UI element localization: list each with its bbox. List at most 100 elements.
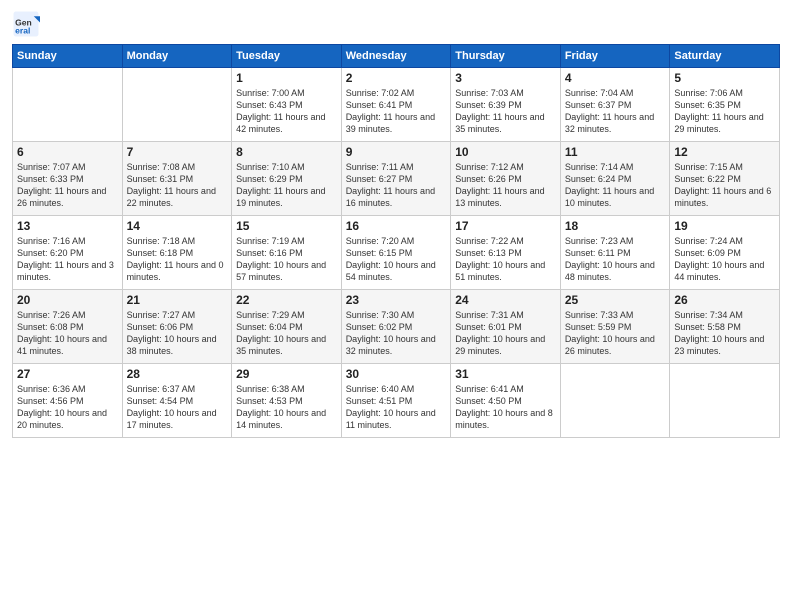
sunset-text: Sunset: 6:43 PM <box>236 99 337 111</box>
sunset-text: Sunset: 6:08 PM <box>17 321 118 333</box>
daylight-text: Daylight: 10 hours and 23 minutes. <box>674 333 775 357</box>
daylight-text: Daylight: 10 hours and 20 minutes. <box>17 407 118 431</box>
daylight-text: Daylight: 11 hours and 29 minutes. <box>674 111 775 135</box>
calendar-cell: 30Sunrise: 6:40 AMSunset: 4:51 PMDayligh… <box>341 364 451 438</box>
daylight-text: Daylight: 10 hours and 35 minutes. <box>236 333 337 357</box>
cell-detail: Sunrise: 6:41 AMSunset: 4:50 PMDaylight:… <box>455 383 556 432</box>
sunrise-text: Sunrise: 7:12 AM <box>455 161 556 173</box>
day-number: 26 <box>674 293 775 307</box>
calendar-cell: 22Sunrise: 7:29 AMSunset: 6:04 PMDayligh… <box>232 290 342 364</box>
cell-detail: Sunrise: 7:23 AMSunset: 6:11 PMDaylight:… <box>565 235 666 284</box>
cell-detail: Sunrise: 7:11 AMSunset: 6:27 PMDaylight:… <box>346 161 447 210</box>
sunrise-text: Sunrise: 7:07 AM <box>17 161 118 173</box>
sunrise-text: Sunrise: 7:34 AM <box>674 309 775 321</box>
sunset-text: Sunset: 6:24 PM <box>565 173 666 185</box>
sunset-text: Sunset: 6:15 PM <box>346 247 447 259</box>
calendar-cell: 16Sunrise: 7:20 AMSunset: 6:15 PMDayligh… <box>341 216 451 290</box>
sunset-text: Sunset: 6:06 PM <box>127 321 228 333</box>
sunset-text: Sunset: 6:35 PM <box>674 99 775 111</box>
daylight-text: Daylight: 11 hours and 22 minutes. <box>127 185 228 209</box>
cell-detail: Sunrise: 7:15 AMSunset: 6:22 PMDaylight:… <box>674 161 775 210</box>
sunset-text: Sunset: 6:37 PM <box>565 99 666 111</box>
calendar-container: Gen eral SundayMondayTuesdayWednesdayThu… <box>0 0 792 446</box>
sunrise-text: Sunrise: 7:26 AM <box>17 309 118 321</box>
day-number: 4 <box>565 71 666 85</box>
calendar-cell: 18Sunrise: 7:23 AMSunset: 6:11 PMDayligh… <box>560 216 670 290</box>
daylight-text: Daylight: 10 hours and 26 minutes. <box>565 333 666 357</box>
day-number: 1 <box>236 71 337 85</box>
daylight-text: Daylight: 10 hours and 17 minutes. <box>127 407 228 431</box>
cell-detail: Sunrise: 6:38 AMSunset: 4:53 PMDaylight:… <box>236 383 337 432</box>
logo-icon: Gen eral <box>12 10 40 38</box>
sunrise-text: Sunrise: 7:14 AM <box>565 161 666 173</box>
daylight-text: Daylight: 11 hours and 32 minutes. <box>565 111 666 135</box>
day-number: 12 <box>674 145 775 159</box>
daylight-text: Daylight: 10 hours and 8 minutes. <box>455 407 556 431</box>
sunrise-text: Sunrise: 7:31 AM <box>455 309 556 321</box>
cell-detail: Sunrise: 7:12 AMSunset: 6:26 PMDaylight:… <box>455 161 556 210</box>
sunset-text: Sunset: 6:16 PM <box>236 247 337 259</box>
day-number: 28 <box>127 367 228 381</box>
cell-detail: Sunrise: 7:24 AMSunset: 6:09 PMDaylight:… <box>674 235 775 284</box>
day-number: 11 <box>565 145 666 159</box>
sunrise-text: Sunrise: 7:22 AM <box>455 235 556 247</box>
calendar-week-4: 20Sunrise: 7:26 AMSunset: 6:08 PMDayligh… <box>13 290 780 364</box>
calendar-cell <box>13 68 123 142</box>
daylight-text: Daylight: 11 hours and 6 minutes. <box>674 185 775 209</box>
cell-detail: Sunrise: 7:02 AMSunset: 6:41 PMDaylight:… <box>346 87 447 136</box>
cell-detail: Sunrise: 7:34 AMSunset: 5:58 PMDaylight:… <box>674 309 775 358</box>
header: Gen eral <box>12 10 780 38</box>
day-number: 21 <box>127 293 228 307</box>
sunset-text: Sunset: 6:39 PM <box>455 99 556 111</box>
sunrise-text: Sunrise: 7:11 AM <box>346 161 447 173</box>
daylight-text: Daylight: 11 hours and 13 minutes. <box>455 185 556 209</box>
day-number: 2 <box>346 71 447 85</box>
sunset-text: Sunset: 6:02 PM <box>346 321 447 333</box>
column-header-tuesday: Tuesday <box>232 45 342 68</box>
sunset-text: Sunset: 6:13 PM <box>455 247 556 259</box>
cell-detail: Sunrise: 7:30 AMSunset: 6:02 PMDaylight:… <box>346 309 447 358</box>
cell-detail: Sunrise: 7:16 AMSunset: 6:20 PMDaylight:… <box>17 235 118 284</box>
sunset-text: Sunset: 4:50 PM <box>455 395 556 407</box>
cell-detail: Sunrise: 7:04 AMSunset: 6:37 PMDaylight:… <box>565 87 666 136</box>
calendar-cell: 25Sunrise: 7:33 AMSunset: 5:59 PMDayligh… <box>560 290 670 364</box>
cell-detail: Sunrise: 7:31 AMSunset: 6:01 PMDaylight:… <box>455 309 556 358</box>
sunset-text: Sunset: 6:09 PM <box>674 247 775 259</box>
sunset-text: Sunset: 4:51 PM <box>346 395 447 407</box>
calendar-cell: 31Sunrise: 6:41 AMSunset: 4:50 PMDayligh… <box>451 364 561 438</box>
day-number: 7 <box>127 145 228 159</box>
logo: Gen eral <box>12 10 42 38</box>
svg-text:eral: eral <box>15 25 30 35</box>
day-number: 3 <box>455 71 556 85</box>
day-number: 27 <box>17 367 118 381</box>
sunrise-text: Sunrise: 7:15 AM <box>674 161 775 173</box>
daylight-text: Daylight: 10 hours and 54 minutes. <box>346 259 447 283</box>
sunrise-text: Sunrise: 6:40 AM <box>346 383 447 395</box>
daylight-text: Daylight: 10 hours and 41 minutes. <box>17 333 118 357</box>
daylight-text: Daylight: 10 hours and 44 minutes. <box>674 259 775 283</box>
calendar-header-row: SundayMondayTuesdayWednesdayThursdayFrid… <box>13 45 780 68</box>
calendar-cell: 2 Sunrise: 7:02 AMSunset: 6:41 PMDaylight… <box>341 68 451 142</box>
sunset-text: Sunset: 6:29 PM <box>236 173 337 185</box>
day-number: 30 <box>346 367 447 381</box>
day-number: 8 <box>236 145 337 159</box>
cell-detail: Sunrise: 7:27 AMSunset: 6:06 PMDaylight:… <box>127 309 228 358</box>
calendar-cell: 3Sunrise: 7:03 AMSunset: 6:39 PMDaylight… <box>451 68 561 142</box>
sunrise-text: Sunrise: 7:08 AM <box>127 161 228 173</box>
sunrise-text: Sunrise: 7:29 AM <box>236 309 337 321</box>
daylight-text: Daylight: 10 hours and 32 minutes. <box>346 333 447 357</box>
column-header-friday: Friday <box>560 45 670 68</box>
calendar-cell: 29 Sunrise: 6:38 AMSunset: 4:53 PMDayligh… <box>232 364 342 438</box>
sunset-text: Sunset: 6:26 PM <box>455 173 556 185</box>
cell-detail: Sunrise: 7:10 AMSunset: 6:29 PMDaylight:… <box>236 161 337 210</box>
sunrise-text: Sunrise: 6:36 AM <box>17 383 118 395</box>
sunrise-text: Sunrise: 7:00 AM <box>236 87 337 99</box>
cell-detail: Sunrise: 7:26 AMSunset: 6:08 PMDaylight:… <box>17 309 118 358</box>
column-header-wednesday: Wednesday <box>341 45 451 68</box>
day-number: 24 <box>455 293 556 307</box>
day-number: 29 <box>236 367 337 381</box>
daylight-text: Daylight: 10 hours and 51 minutes. <box>455 259 556 283</box>
calendar-week-1: 1 Sunrise: 7:00 AMSunset: 6:43 PM Daylight… <box>13 68 780 142</box>
sunset-text: Sunset: 4:54 PM <box>127 395 228 407</box>
sunrise-text: Sunrise: 7:06 AM <box>674 87 775 99</box>
